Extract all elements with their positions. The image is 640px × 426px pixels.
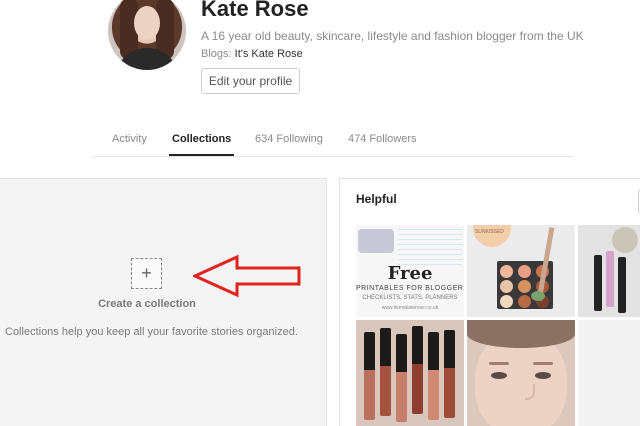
model-eye xyxy=(491,372,507,379)
lipstick-cap xyxy=(396,334,407,372)
tile-heading: Free xyxy=(387,263,433,284)
tile-line-3: www.itsmekaterose.co.uk xyxy=(381,305,439,311)
flower-image xyxy=(358,229,394,253)
tile-line-2: CHECKLISTS, STATS, PLANNERS xyxy=(362,295,458,301)
tab-following[interactable]: 634 Following xyxy=(255,133,323,145)
product-tube xyxy=(594,255,602,311)
helpful-panel: Helpful Free PRINTABLES FOR BLOGGERS CHE… xyxy=(339,178,640,426)
shade-pan xyxy=(500,265,513,278)
shade-pan xyxy=(500,280,513,293)
create-collection-button[interactable]: + xyxy=(131,258,162,289)
planner-grid xyxy=(398,229,462,265)
blog-link[interactable]: It's Kate Rose xyxy=(235,48,303,60)
create-collection-label[interactable]: Create a collection xyxy=(0,298,294,310)
model-brow xyxy=(533,362,553,365)
avatar-face xyxy=(134,6,160,40)
tab-activity[interactable]: Activity xyxy=(112,133,147,145)
active-tab-indicator xyxy=(169,154,234,156)
edit-profile-button[interactable]: Edit your profile xyxy=(201,68,300,94)
tile-line-1: PRINTABLES FOR BLOGGERS xyxy=(356,285,464,292)
annotation-arrow-icon xyxy=(193,254,301,298)
helpful-title: Helpful xyxy=(356,192,397,206)
product-tube xyxy=(618,257,626,313)
tab-followers[interactable]: 474 Followers xyxy=(348,133,416,145)
plus-icon: + xyxy=(141,263,152,283)
leaf-prop xyxy=(531,291,545,301)
profile-name: Kate Rose xyxy=(201,0,309,21)
collections-help-text: Collections help you keep all your favor… xyxy=(5,326,298,338)
profile-avatar[interactable] xyxy=(108,0,186,70)
collections-panel: + Create a collection Collections help y… xyxy=(0,178,327,426)
lipstick-cap xyxy=(412,326,423,364)
tab-collections[interactable]: Collections xyxy=(172,133,231,145)
profile-tabs: Activity Collections 634 Following 474 F… xyxy=(92,121,574,157)
blank-tile[interactable] xyxy=(578,320,640,426)
printables-tile[interactable]: Free PRINTABLES FOR BLOGGERS CHECKLISTS,… xyxy=(356,225,464,317)
model-brow xyxy=(489,362,509,365)
lipstick-cap xyxy=(444,330,455,368)
shade-pan xyxy=(500,295,513,308)
shade-pan xyxy=(518,265,531,278)
product-tube xyxy=(606,251,614,307)
shade-pan xyxy=(518,295,531,308)
profile-bio: A 16 year old beauty, skincare, lifestyl… xyxy=(201,29,584,43)
compact-prop xyxy=(612,227,638,253)
lipstick-cap xyxy=(380,328,391,366)
profile-blogs: Blogs: It's Kate Rose xyxy=(201,48,303,60)
lipstick-cap xyxy=(428,332,439,370)
cosmetics-tile[interactable] xyxy=(578,225,640,317)
model-eye xyxy=(535,372,551,379)
palette-tile[interactable]: SUNKISSED xyxy=(467,225,575,317)
model-hair xyxy=(467,320,575,348)
lipstick-cap xyxy=(364,332,375,370)
model-face-tile[interactable] xyxy=(467,320,575,426)
shade-pan xyxy=(518,280,531,293)
blogs-label: Blogs: xyxy=(201,48,232,60)
fan-label: SUNKISSED xyxy=(475,229,504,235)
lipsticks-tile[interactable] xyxy=(356,320,464,426)
